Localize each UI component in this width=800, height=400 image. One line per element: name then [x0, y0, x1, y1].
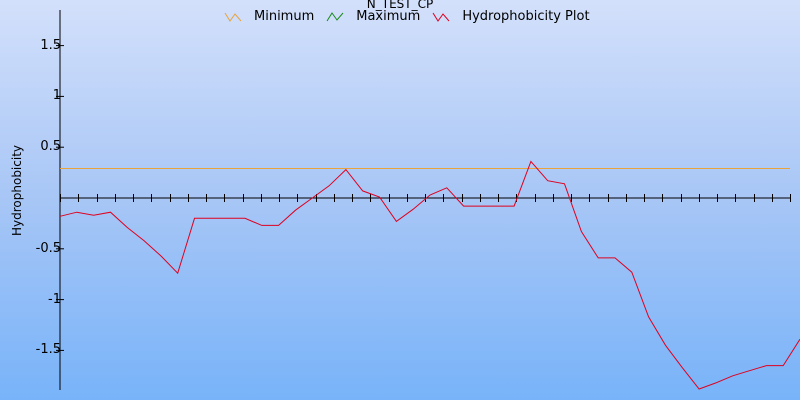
plot-area: [56, 10, 800, 390]
